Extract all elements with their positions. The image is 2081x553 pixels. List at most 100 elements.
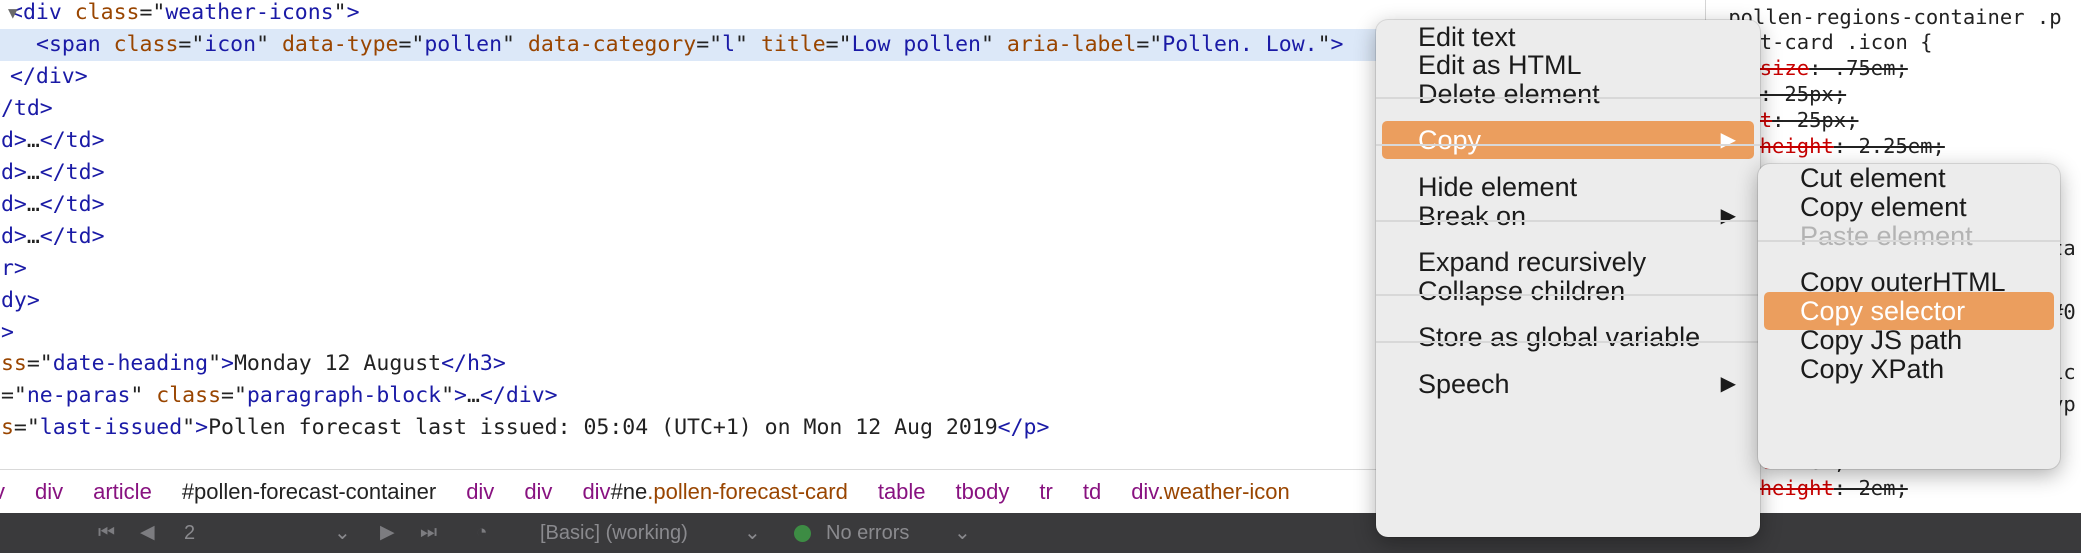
breadcrumb-item[interactable]: div bbox=[35, 470, 63, 513]
breadcrumb-item-tag: div bbox=[466, 479, 495, 504]
breadcrumb-item[interactable]: article bbox=[93, 470, 152, 513]
dom-token: td> bbox=[0, 128, 27, 154]
dom-token: > bbox=[346, 0, 360, 26]
menu-separator bbox=[1376, 144, 1760, 146]
submenu-item-copy-xpath[interactable]: Copy XPath bbox=[1764, 350, 2054, 388]
menu-item-collapse-children[interactable]: Collapse children bbox=[1382, 272, 1754, 310]
breadcrumb-item[interactable]: div bbox=[524, 470, 552, 513]
submenu-arrow-icon: ▶ bbox=[1720, 373, 1736, 395]
dom-token: Monday 12 August bbox=[233, 351, 442, 377]
dom-token: … bbox=[26, 159, 40, 185]
page-number-select[interactable]: 2 ⌄ bbox=[184, 513, 354, 553]
css-token: : .75em; bbox=[1809, 56, 1908, 80]
menu-item-store-as-global-variable[interactable]: Store as global variable bbox=[1382, 318, 1754, 356]
dom-token: tr> bbox=[0, 255, 27, 281]
css-token: : 25px; bbox=[1759, 82, 1847, 106]
dom-token: Pollen forecast last issued: 05:04 (UTC+… bbox=[208, 415, 998, 441]
dom-token: … bbox=[26, 223, 40, 249]
menu-separator bbox=[1376, 97, 1760, 99]
dom-token: icon bbox=[204, 32, 257, 58]
dom-token: > bbox=[1330, 32, 1344, 58]
submenu-arrow-icon: ▶ bbox=[1720, 205, 1736, 227]
breadcrumb-item[interactable]: table bbox=[878, 470, 926, 513]
dom-token: </td> bbox=[39, 223, 105, 249]
menu-separator bbox=[1376, 341, 1760, 343]
chevron-down-icon[interactable]: ⌄ bbox=[954, 513, 971, 553]
dom-token: </td> bbox=[0, 96, 53, 122]
dom-token: =" bbox=[221, 383, 247, 409]
dom-token: =" bbox=[0, 383, 27, 409]
breadcrumb-item[interactable]: #pollen-forecast-container bbox=[182, 470, 436, 513]
menu-item-break-on[interactable]: Break on ▶ bbox=[1382, 197, 1754, 235]
breadcrumb-item[interactable]: v bbox=[0, 470, 5, 513]
menu-item-delete-element[interactable]: Delete element bbox=[1382, 75, 1754, 113]
dom-token: =" bbox=[139, 0, 166, 26]
element-context-menu: Edit text Edit as HTML Delete element Copy ▶… bbox=[1376, 20, 1760, 537]
dom-token: data-category bbox=[527, 32, 697, 58]
dom-token: </div> bbox=[10, 64, 88, 90]
dom-token: " bbox=[735, 32, 761, 58]
dom-token: l bbox=[722, 32, 736, 58]
dom-token: =" bbox=[825, 32, 852, 58]
dom-token: > bbox=[454, 383, 467, 409]
breadcrumb-item[interactable]: td bbox=[1083, 470, 1101, 513]
dom-token: " bbox=[130, 383, 157, 409]
dom-token: <div bbox=[10, 0, 75, 26]
menu-item-label: Store as global variable bbox=[1418, 322, 1701, 352]
dom-token: =" bbox=[26, 351, 53, 377]
dom-token: aria-label bbox=[1006, 32, 1137, 58]
breadcrumb-item[interactable]: div bbox=[466, 470, 494, 513]
breadcrumb-item-tag: div bbox=[582, 479, 611, 504]
menu-item-speech[interactable]: Speech ▶ bbox=[1382, 365, 1754, 403]
dom-token: paragraph-block bbox=[246, 383, 442, 409]
menu-separator bbox=[1758, 240, 2060, 242]
submenu-arrow-icon: ▶ bbox=[1720, 129, 1736, 151]
menu-item-label: Delete element bbox=[1418, 79, 1600, 109]
submenu-item-paste-element: Paste element bbox=[1764, 217, 2054, 255]
context-status-icon: ◔ bbox=[476, 522, 488, 543]
breadcrumb-item-class: .pollen-forecast-card bbox=[647, 479, 848, 504]
last-page-icon[interactable]: ⏭ bbox=[420, 513, 437, 553]
breadcrumb-item[interactable]: tbody bbox=[956, 470, 1010, 513]
menu-item-label: Copy XPath bbox=[1800, 354, 1945, 384]
dom-token: … bbox=[26, 128, 40, 154]
dom-token: =" bbox=[696, 32, 723, 58]
dom-token: weather-icons bbox=[165, 0, 334, 26]
dom-token: " bbox=[502, 32, 528, 58]
menu-item-label: Paste element bbox=[1800, 221, 1973, 251]
breadcrumb-item[interactable]: tr bbox=[1039, 470, 1052, 513]
css-token: : 2.25em; bbox=[1833, 134, 1945, 158]
dom-token: </td> bbox=[39, 191, 105, 217]
menu-item-label: Speech bbox=[1418, 369, 1510, 399]
next-page-icon[interactable]: ▶ bbox=[380, 513, 395, 553]
breadcrumb-item[interactable]: div#ne.pollen-forecast-card bbox=[582, 470, 847, 513]
errors-label[interactable]: No errors bbox=[826, 513, 909, 553]
dom-token: =" bbox=[398, 32, 425, 58]
dom-token: =" bbox=[13, 415, 40, 441]
menu-item-label: Break on bbox=[1418, 201, 1527, 231]
dom-token: last-issued bbox=[39, 415, 183, 441]
first-page-icon[interactable]: ⏮ bbox=[98, 513, 115, 553]
console-status-bar: ⏮ ◀ 2 ⌄ ▶ ⏭ ◔ [Basic] (working) ⌄ No err… bbox=[0, 513, 2081, 553]
breadcrumb-item-tag: div bbox=[524, 479, 553, 504]
breadcrumb-item-class: .weather-icon bbox=[1157, 479, 1290, 504]
previous-page-icon[interactable]: ◀ bbox=[140, 513, 155, 553]
dom-token: > bbox=[195, 415, 209, 441]
dom-token: ody> bbox=[0, 287, 40, 313]
breadcrumb-item[interactable]: div.weather-icon bbox=[1131, 470, 1290, 513]
menu-item-label: Collapse children bbox=[1418, 276, 1626, 306]
breadcrumb-item-tag: td bbox=[1082, 479, 1102, 504]
menu-item-copy[interactable]: Copy ▶ bbox=[1382, 121, 1754, 159]
dom-token: class bbox=[156, 383, 222, 409]
dom-token: " bbox=[981, 32, 1007, 58]
context-label[interactable]: [Basic] (working) bbox=[540, 513, 688, 553]
dom-token: … bbox=[467, 383, 480, 409]
ok-status-icon bbox=[794, 525, 811, 542]
dom-token: ass bbox=[0, 351, 27, 377]
menu-separator bbox=[1376, 294, 1760, 296]
breadcrumb-item-id: #ne bbox=[610, 479, 648, 504]
chevron-down-icon[interactable]: ⌄ bbox=[744, 513, 761, 553]
copy-submenu: Cut element Copy element Paste element Copy… bbox=[1758, 163, 2060, 469]
breadcrumb-item-tag: div bbox=[35, 479, 64, 504]
css-token: : 25px; bbox=[1772, 108, 1859, 132]
